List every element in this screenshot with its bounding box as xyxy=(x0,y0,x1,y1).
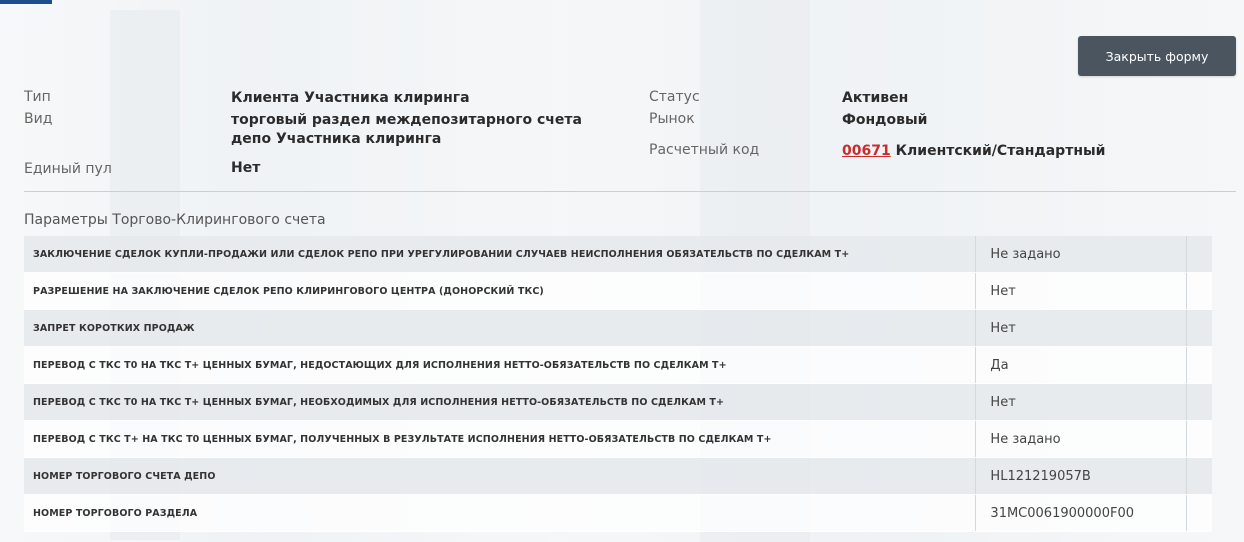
kind-value: торговый раздел междепозитарного счета д… xyxy=(231,111,582,149)
param-extra-cell xyxy=(1186,420,1212,458)
param-extra-cell xyxy=(1186,383,1212,421)
param-value: Нет xyxy=(975,272,1188,310)
param-extra-cell xyxy=(1186,457,1212,495)
close-form-button[interactable]: Закрыть форму xyxy=(1078,36,1236,76)
param-name: Перевод с ТКС Т0 на ТКС Т+ ценных бумаг,… xyxy=(24,346,976,384)
param-value: HL121219057B xyxy=(975,457,1188,495)
param-extra-cell xyxy=(1186,272,1212,310)
param-name: Разрешение на заключение сделок РЕПО Кли… xyxy=(24,272,976,310)
param-name: Перевод с ТКС Т+ на ТКС Т0 ценных бумаг,… xyxy=(24,420,976,458)
market-label: Рынок xyxy=(649,111,695,127)
param-row: Номер торгового раздела 31MC0061900000F00 xyxy=(24,494,1212,532)
param-value: 31MC0061900000F00 xyxy=(975,494,1188,532)
status-label: Статус xyxy=(649,89,700,105)
kind-label: Вид xyxy=(24,111,53,127)
param-value: Не задано xyxy=(975,420,1188,458)
param-row: Перевод с ТКС Т0 на ТКС Т+ ценных бумаг,… xyxy=(24,383,1212,421)
param-row: Разрешение на заключение сделок РЕПО Кли… xyxy=(24,272,1212,310)
settlement-code-label: Расчетный код xyxy=(649,142,760,158)
param-row: Перевод с ТКС Т+ на ТКС Т0 ценных бумаг,… xyxy=(24,420,1212,458)
param-extra-cell xyxy=(1186,346,1212,384)
param-name: Номер торгового счета депо xyxy=(24,457,976,495)
market-value: Фондовый xyxy=(842,112,928,128)
pool-label: Единый пул xyxy=(24,161,112,177)
pool-value: Нет xyxy=(231,160,261,176)
account-info: Тип Клиента Участника клиринга Вид торго… xyxy=(24,89,1236,189)
param-value: Нет xyxy=(975,309,1188,347)
kind-value-line2: депо Участника клиринга xyxy=(231,131,442,147)
section-title: Параметры Торгово-Клирингового счета xyxy=(24,212,326,228)
param-name: Запрет коротких продаж xyxy=(24,309,976,347)
status-value: Активен xyxy=(842,90,909,106)
page-title-fragment xyxy=(0,0,52,4)
param-extra-cell xyxy=(1186,236,1212,273)
param-value: Да xyxy=(975,346,1188,384)
param-extra-cell xyxy=(1186,494,1212,532)
param-name: Заключение сделок купли-продажи или сдел… xyxy=(24,236,976,273)
settlement-code-value: 00671 Клиентский/Стандартный xyxy=(842,142,1105,161)
type-value: Клиента Участника клиринга xyxy=(231,90,470,106)
param-name: Перевод с ТКС Т0 на ТКС Т+ ценных бумаг,… xyxy=(24,383,976,421)
param-name: Номер торгового раздела xyxy=(24,494,976,532)
kind-value-line1: торговый раздел междепозитарного счета xyxy=(231,112,582,128)
param-row: Перевод с ТКС Т0 на ТКС Т+ ценных бумаг,… xyxy=(24,346,1212,384)
param-value: Нет xyxy=(975,383,1188,421)
param-extra-cell xyxy=(1186,309,1212,347)
param-row: Номер торгового счета депо HL121219057B xyxy=(24,457,1212,495)
settlement-code-text: Клиентский/Стандартный xyxy=(895,143,1106,159)
parameters-table: Заключение сделок купли-продажи или сдел… xyxy=(24,236,1212,532)
param-value: Не задано xyxy=(975,236,1188,273)
param-row: Запрет коротких продаж Нет xyxy=(24,309,1212,347)
param-row: Заключение сделок купли-продажи или сдел… xyxy=(24,236,1212,273)
settlement-code-link[interactable]: 00671 xyxy=(842,143,891,159)
section-divider xyxy=(24,191,1236,192)
type-label: Тип xyxy=(24,89,51,105)
